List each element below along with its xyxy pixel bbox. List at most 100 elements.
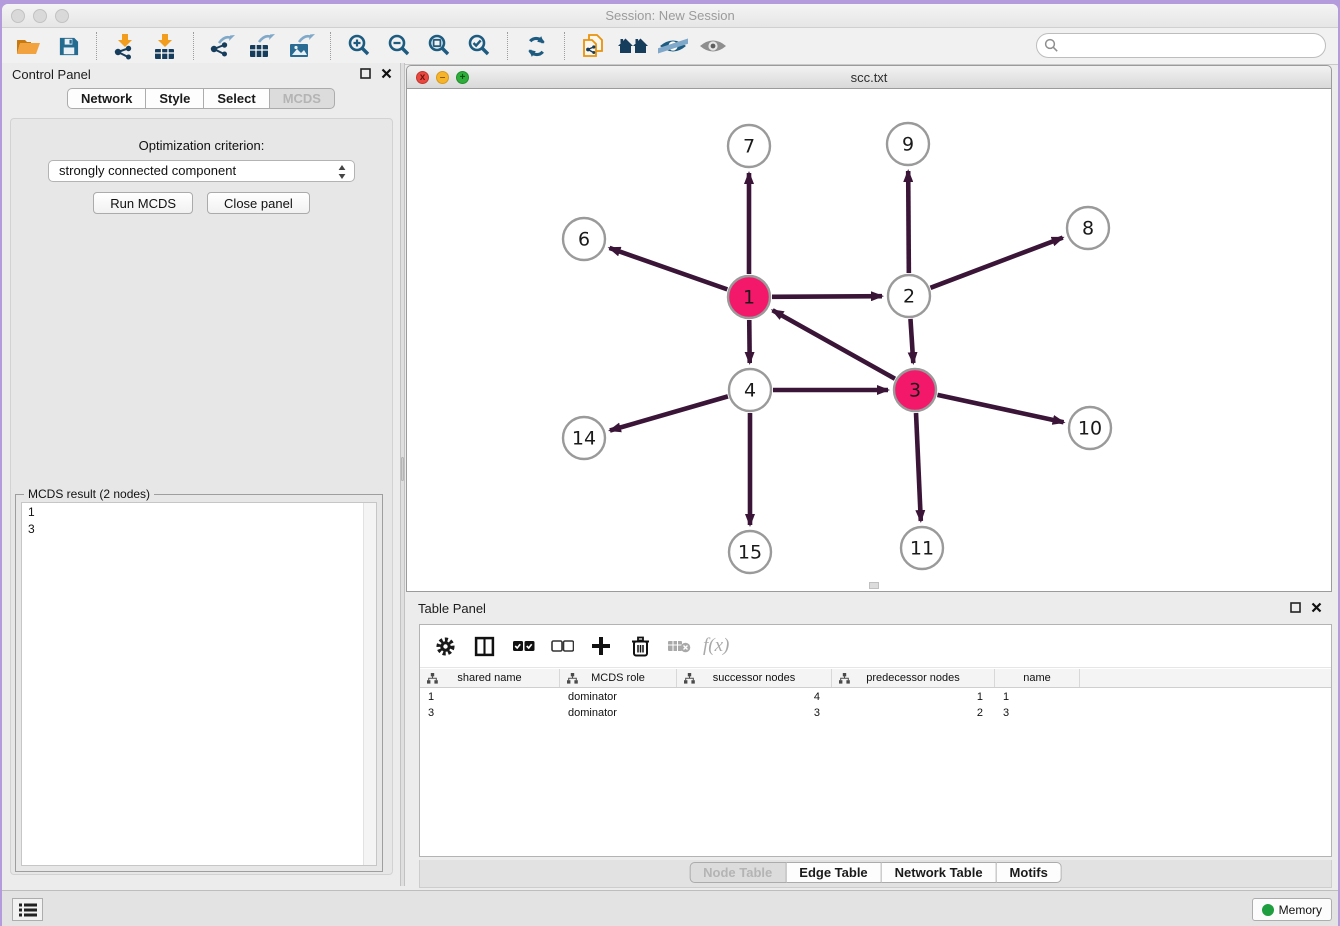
criterion-dropdown[interactable]: strongly connected component	[48, 160, 355, 182]
graph-node-14[interactable]: 14	[563, 417, 605, 459]
cell-shared-name[interactable]: 3	[420, 705, 560, 721]
cell-name[interactable]: 3	[995, 705, 1080, 721]
function-builder-disabled: f(x)	[703, 635, 729, 657]
cell-name[interactable]: 1	[995, 689, 1080, 705]
vertical-splitter[interactable]	[400, 63, 405, 886]
zoom-selected-button[interactable]	[459, 30, 499, 62]
create-column-button[interactable]	[586, 631, 616, 661]
close-panel-icon[interactable]	[1311, 602, 1322, 613]
export-table-button[interactable]	[242, 30, 282, 62]
zoom-fit-button[interactable]	[419, 30, 459, 62]
tab-network-table[interactable]: Network Table	[882, 862, 997, 883]
toolbar-separator	[507, 32, 508, 60]
graph-node-15[interactable]: 15	[729, 531, 771, 573]
apply-layout-button[interactable]	[516, 30, 556, 62]
select-all-button[interactable]	[508, 631, 538, 661]
first-neighbors-button[interactable]	[613, 30, 653, 62]
tab-node-table[interactable]: Node Table	[689, 862, 786, 883]
new-network-from-selection-button[interactable]	[573, 30, 613, 62]
memory-button[interactable]: Memory	[1252, 898, 1332, 921]
graph-node-4[interactable]: 4	[729, 369, 771, 411]
open-session-button[interactable]	[8, 30, 48, 62]
graph-node-8[interactable]: 8	[1067, 207, 1109, 249]
table-settings-button[interactable]	[430, 631, 460, 661]
deselect-all-button[interactable]	[547, 631, 577, 661]
import-table-button[interactable]	[145, 30, 185, 62]
close-panel-button[interactable]: Close panel	[207, 192, 310, 214]
network-canvas[interactable]: 7 9 6 8 1 2 4 3 14 10 15 11	[406, 89, 1332, 592]
search-input[interactable]	[1036, 33, 1326, 58]
mcds-result-lines: 13	[22, 503, 376, 537]
export-image-button[interactable]	[282, 30, 322, 62]
close-panel-icon[interactable]	[381, 68, 392, 79]
hide-selected-button[interactable]	[653, 30, 693, 62]
graph-edge-4-14[interactable]	[610, 396, 728, 430]
graph-edge-2-9[interactable]	[908, 171, 909, 273]
status-bar: Memory	[2, 890, 1338, 926]
table-panel: Table Panel	[406, 597, 1332, 886]
cell-predecessor-nodes[interactable]: 2	[832, 705, 995, 721]
zoom-out-button[interactable]	[379, 30, 419, 62]
splitter-handle[interactable]	[401, 457, 404, 481]
delete-table-button-disabled	[664, 631, 694, 661]
show-column-panel-button[interactable]	[469, 631, 499, 661]
graph-edge-1-6[interactable]	[609, 248, 727, 289]
cell-shared-name[interactable]: 1	[420, 689, 560, 705]
tab-motifs[interactable]: Motifs	[997, 862, 1062, 883]
graph-node-2[interactable]: 2	[888, 275, 930, 317]
control-panel-tabs: NetworkStyleSelectMCDS	[67, 88, 335, 109]
column-header-mcds-role[interactable]: MCDS role	[560, 669, 677, 687]
result-scrollbar[interactable]	[363, 503, 376, 865]
export-network-button[interactable]	[202, 30, 242, 62]
show-all-button[interactable]	[693, 30, 733, 62]
tab-mcds[interactable]: MCDS	[270, 88, 335, 109]
graph-edge-3-11[interactable]	[916, 413, 921, 521]
float-panel-icon[interactable]	[1290, 602, 1301, 613]
cell-mcds-role[interactable]: dominator	[560, 705, 677, 721]
graph-node-1[interactable]: 1	[728, 276, 770, 318]
tab-edge-table[interactable]: Edge Table	[786, 862, 881, 883]
graph-edge-2-8[interactable]	[931, 238, 1063, 288]
mcds-result-area[interactable]: 13	[21, 502, 377, 866]
save-session-button[interactable]	[48, 30, 88, 62]
import-network-button[interactable]	[105, 30, 145, 62]
cell-predecessor-nodes[interactable]: 1	[832, 689, 995, 705]
control-panel-header: Control Panel	[2, 63, 400, 87]
toolbar-separator	[96, 32, 97, 60]
graph-edge-3-1[interactable]	[773, 310, 895, 379]
tab-style[interactable]: Style	[146, 88, 204, 109]
open-folder-icon	[15, 34, 41, 58]
delete-table-icon	[667, 638, 691, 654]
graph-edge-2-3[interactable]	[910, 319, 913, 363]
float-panel-icon[interactable]	[360, 68, 371, 79]
graph-edge-3-10[interactable]	[937, 395, 1063, 422]
graph-node-7[interactable]: 7	[728, 125, 770, 167]
column-header-successor-nodes[interactable]: successor nodes	[677, 669, 832, 687]
cell-successor-nodes[interactable]: 3	[677, 705, 832, 721]
zoom-in-button[interactable]	[339, 30, 379, 62]
window-title: Session: New Session	[2, 8, 1338, 23]
column-header-name[interactable]: name	[995, 669, 1080, 687]
graph-node-10[interactable]: 10	[1069, 407, 1111, 449]
task-history-button[interactable]	[12, 898, 43, 921]
zoom-out-icon	[386, 33, 412, 59]
column-header-shared-name[interactable]: shared name	[420, 669, 560, 687]
new-network-document-icon	[580, 33, 606, 60]
tab-select[interactable]: Select	[204, 88, 269, 109]
table-row[interactable]: 1dominator411	[420, 689, 1331, 705]
graph-edge-1-2[interactable]	[772, 296, 882, 297]
import-table-icon	[152, 33, 178, 60]
delete-column-button[interactable]	[625, 631, 655, 661]
toolbar-separator	[330, 32, 331, 60]
table-row[interactable]: 3dominator323	[420, 705, 1331, 721]
graph-node-9[interactable]: 9	[887, 123, 929, 165]
column-header-predecessor-nodes[interactable]: predecessor nodes	[832, 669, 995, 687]
canvas-resize-handle[interactable]	[869, 582, 879, 589]
run-mcds-button[interactable]: Run MCDS	[93, 192, 193, 214]
tab-network[interactable]: Network	[67, 88, 146, 109]
graph-node-6[interactable]: 6	[563, 218, 605, 260]
cell-mcds-role[interactable]: dominator	[560, 689, 677, 705]
cell-successor-nodes[interactable]: 4	[677, 689, 832, 705]
graph-node-3[interactable]: 3	[894, 369, 936, 411]
graph-node-11[interactable]: 11	[901, 527, 943, 569]
